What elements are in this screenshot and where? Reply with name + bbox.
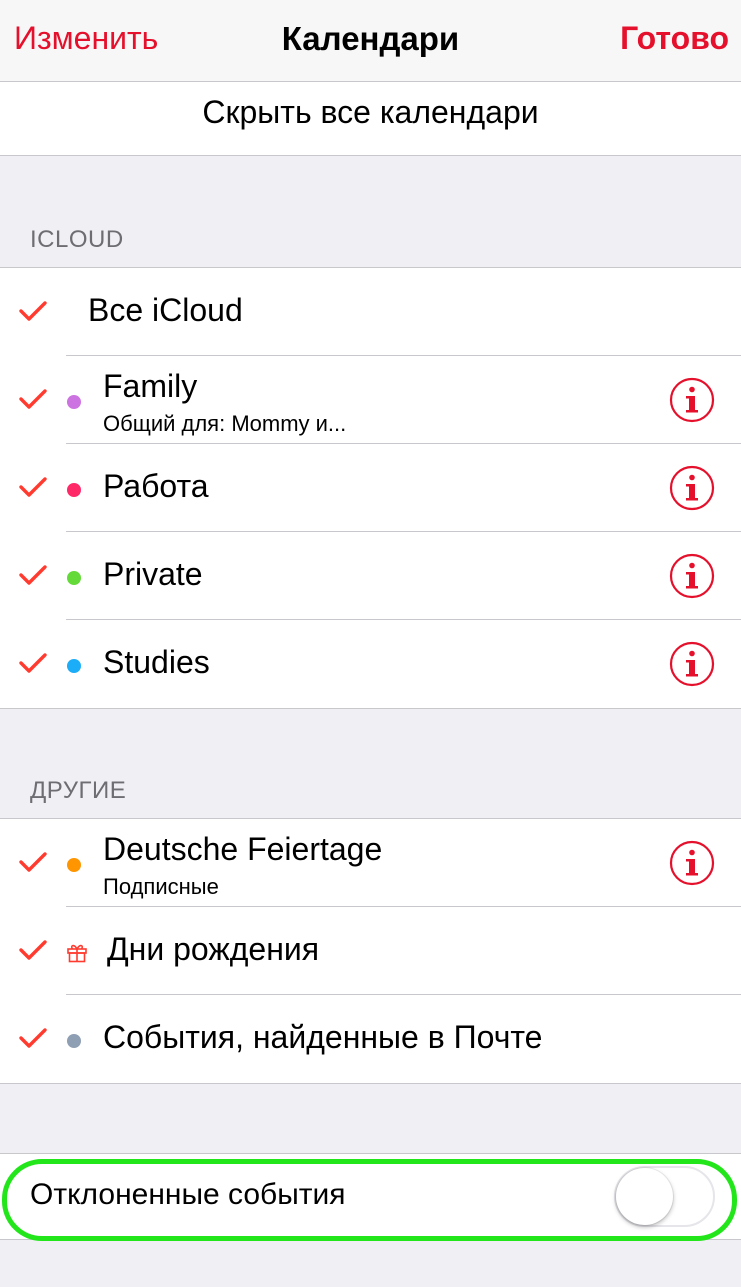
row-all-icloud[interactable]: Все iCloud <box>0 268 741 356</box>
calendar-label: Private <box>103 556 203 592</box>
calendar-color-dot <box>67 483 81 497</box>
calendar-subtitle: Общий для: Mommy и... <box>103 411 347 436</box>
row-calendar-birthdays[interactable]: Дни рождения <box>0 907 741 995</box>
calendar-color-dot <box>67 395 81 409</box>
other-calendar-list: Deutsche Feiertage Подписные Дни рождени… <box>0 818 741 1084</box>
gift-icon <box>67 944 87 963</box>
info-icon[interactable] <box>669 553 715 599</box>
toggle-knob[interactable] <box>616 1168 673 1225</box>
checkmark-icon <box>19 565 47 585</box>
checkmark-icon <box>19 852 47 872</box>
checkmark-icon <box>19 1028 47 1048</box>
row-calendar-holidays[interactable]: Deutsche Feiertage Подписные <box>0 819 741 907</box>
row-declined-events: Отклоненные события <box>0 1153 741 1240</box>
row-calendar-mail-events[interactable]: События, найденные в Почте <box>0 995 741 1083</box>
info-icon[interactable] <box>669 465 715 511</box>
checkmark-icon <box>19 940 47 960</box>
calendar-label: Studies <box>103 644 210 680</box>
done-button[interactable]: Готово <box>620 20 729 57</box>
info-icon[interactable] <box>669 641 715 687</box>
calendar-color-dot <box>67 1034 81 1048</box>
calendar-label: Работа <box>103 468 209 504</box>
calendar-color-dot <box>67 571 81 585</box>
calendar-label: Deutsche Feiertage <box>103 831 383 867</box>
section-header-icloud: ICLOUD <box>30 226 124 253</box>
declined-events-label: Отклоненные события <box>30 1178 346 1211</box>
checkmark-icon <box>19 389 47 409</box>
calendar-label: События, найденные в Почте <box>103 1019 543 1055</box>
checkmark-icon <box>19 653 47 673</box>
row-calendar-studies[interactable]: Studies <box>0 620 741 708</box>
info-icon[interactable] <box>669 840 715 886</box>
section-header-others: ДРУГИЕ <box>30 777 127 804</box>
calendar-color-dot <box>67 858 81 872</box>
navigation-bar: Изменить Календари Готово <box>0 0 741 82</box>
icloud-calendar-list: Все iCloud Family Общий для: Mommy и... … <box>0 267 741 709</box>
row-calendar-work[interactable]: Работа <box>0 444 741 532</box>
calendar-subtitle: Подписные <box>103 874 219 899</box>
calendar-label: Дни рождения <box>107 931 320 967</box>
calendar-color-dot <box>67 659 81 673</box>
checkmark-icon <box>19 477 47 497</box>
hide-all-calendars-button[interactable]: Скрыть все календари <box>0 82 741 156</box>
info-icon[interactable] <box>669 377 715 423</box>
calendar-label: Все iCloud <box>88 292 243 328</box>
calendar-label: Family <box>103 368 198 404</box>
row-calendar-private[interactable]: Private <box>0 532 741 620</box>
row-calendar-family[interactable]: Family Общий для: Mommy и... <box>0 356 741 444</box>
checkmark-icon <box>19 301 47 321</box>
declined-events-toggle[interactable] <box>614 1166 715 1227</box>
edit-button[interactable]: Изменить <box>14 20 158 57</box>
